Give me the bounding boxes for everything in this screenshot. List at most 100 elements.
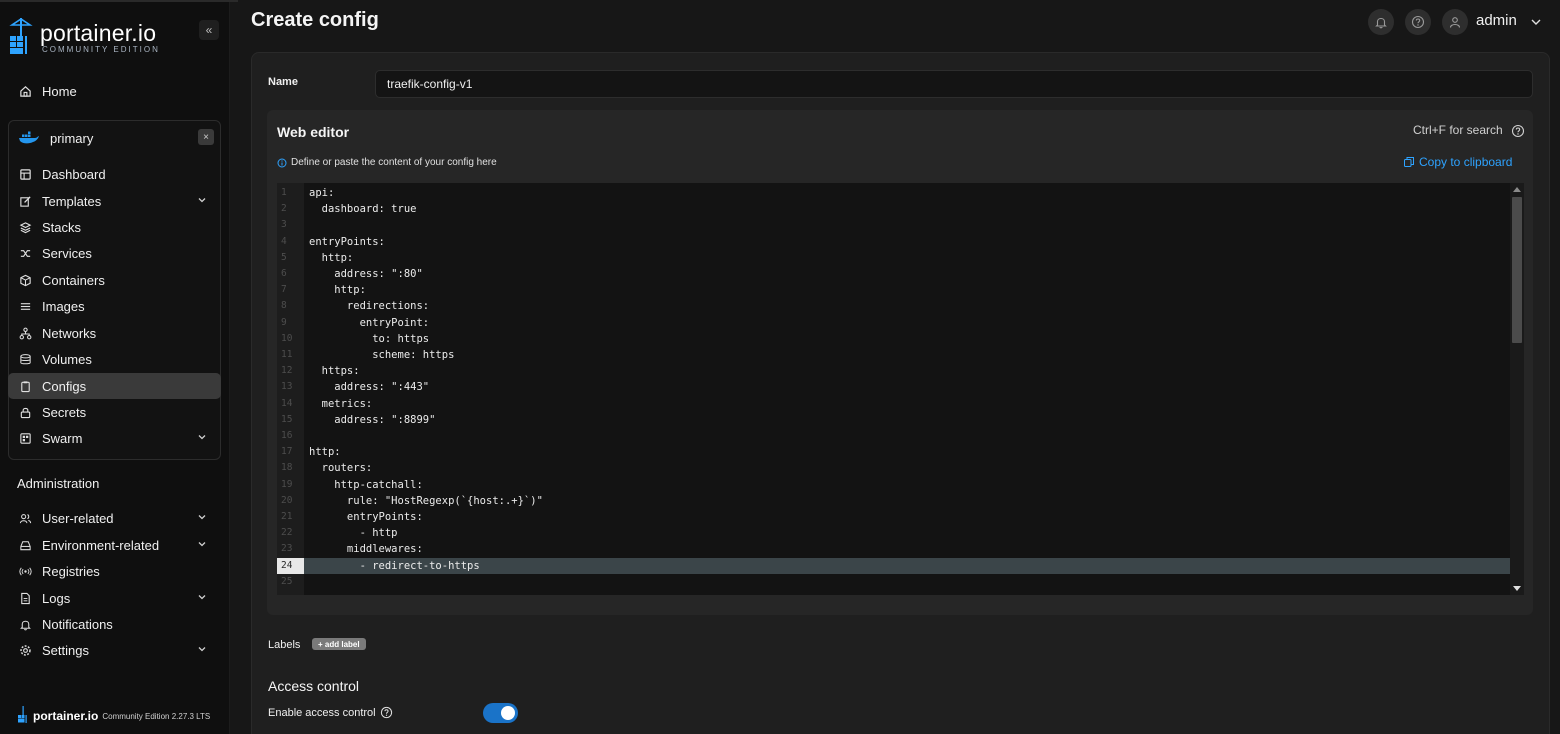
code-text: - redirect-to-https (309, 559, 480, 572)
scroll-down-arrow[interactable] (1513, 586, 1521, 591)
sidebar-item-environment-related[interactable]: Environment-related (8, 532, 221, 558)
scrollbar-thumb[interactable] (1512, 197, 1522, 343)
code-line[interactable]: 8 redirections: (277, 298, 1510, 314)
sidebar-item-networks[interactable]: Networks (8, 320, 221, 346)
editor-scrollbar[interactable] (1510, 183, 1524, 595)
chevron-down-icon (198, 647, 206, 652)
code-line[interactable]: 14 metrics: (277, 396, 1510, 412)
code-line[interactable]: 18 routers: (277, 460, 1510, 476)
code-line[interactable]: 13 address: ":443" (277, 379, 1510, 395)
code-line[interactable]: 16 (277, 428, 1510, 444)
docker-icon (19, 131, 39, 144)
code-text: middlewares: (309, 543, 423, 556)
sidebar-item-home[interactable]: Home (8, 78, 221, 104)
sidebar-item-services[interactable]: Services (8, 240, 221, 266)
code-line[interactable]: 2 dashboard: true (277, 201, 1510, 217)
code-editor[interactable]: 1 api: 2 dashboard: true 3 4 entryPoints: 5 ht… (277, 183, 1524, 595)
config-name-input[interactable] (375, 70, 1533, 98)
help-icon[interactable] (1511, 124, 1525, 138)
clipboard-icon (17, 378, 33, 394)
page-title: Create config (251, 9, 379, 31)
sidebar-item-templates[interactable]: Templates (8, 188, 221, 214)
line-number: 5 (281, 251, 287, 263)
sidebar-item-stacks[interactable]: Stacks (8, 214, 221, 240)
user-avatar[interactable] (1442, 9, 1468, 35)
notifications-button[interactable] (1368, 9, 1394, 35)
line-number: 3 (281, 219, 287, 231)
administration-heading: Administration (17, 476, 100, 491)
code-line[interactable]: 9 entryPoint: (277, 315, 1510, 331)
sidebar-item-notifications[interactable]: Notifications (8, 611, 221, 637)
sidebar-item-settings[interactable]: Settings (8, 637, 221, 663)
help-icon[interactable] (380, 706, 393, 719)
user-menu-name[interactable]: admin (1476, 12, 1517, 29)
code-line[interactable]: 24 - redirect-to-https (277, 557, 1510, 574)
code-line[interactable]: 10 to: https (277, 331, 1510, 347)
line-number: 2 (281, 203, 287, 215)
code-line[interactable]: 1 api: (277, 185, 1510, 201)
users-icon (17, 510, 33, 526)
brand-logo[interactable]: portainer.io COMMUNITY EDITION (8, 16, 160, 60)
web-editor-title: Web editor (277, 124, 350, 140)
sidebar-item-label: Home (42, 83, 77, 99)
radio-icon (17, 563, 33, 579)
code-line[interactable]: 21 entryPoints: (277, 509, 1510, 525)
chevron-down-icon[interactable] (1530, 17, 1542, 27)
collapse-sidebar-button[interactable]: « (199, 20, 219, 40)
code-line[interactable]: 25 (277, 574, 1510, 590)
code-line[interactable]: 19 http-catchall: (277, 477, 1510, 493)
user-icon (1449, 17, 1461, 28)
code-line[interactable]: 23 middlewares: (277, 541, 1510, 557)
chevron-down-icon (198, 595, 206, 600)
sidebar-item-label: Dashboard (42, 166, 106, 182)
sidebar-item-user-related[interactable]: User-related (8, 505, 221, 531)
footer-brand: portainer.io Community Edition 2.27.3 LT… (17, 706, 210, 726)
editor-hint-text: Define or paste the content of your conf… (291, 157, 497, 168)
code-line[interactable]: 4 entryPoints: (277, 234, 1510, 250)
chevron-down-icon (198, 435, 206, 440)
code-line[interactable]: 17 http: (277, 444, 1510, 460)
code-line[interactable]: 3 (277, 217, 1510, 233)
code-text: address: ":443" (309, 381, 430, 394)
code-text: routers: (309, 462, 373, 475)
line-number: 10 (281, 332, 293, 344)
code-line[interactable]: 15 address: ":8899" (277, 412, 1510, 428)
sidebar-item-registries[interactable]: Registries (8, 558, 221, 584)
code-line[interactable]: 7 http: (277, 282, 1510, 298)
add-label-button[interactable]: + add label (312, 638, 366, 650)
sidebar-item-label: Logs (42, 590, 71, 606)
sidebar-item-dashboard[interactable]: Dashboard (8, 161, 221, 187)
access-control-heading: Access control (268, 678, 360, 694)
copy-to-clipboard-button[interactable]: Copy to clipboard (1403, 155, 1512, 169)
scroll-up-arrow[interactable] (1513, 187, 1521, 192)
close-environment-button[interactable]: × (198, 129, 214, 145)
search-hint: Ctrl+F for search (1413, 123, 1503, 137)
layers-icon (17, 219, 33, 235)
code-text: http: (309, 446, 341, 459)
line-number: 13 (281, 381, 293, 393)
environment-header[interactable]: primary × (8, 125, 221, 151)
sidebar-item-volumes[interactable]: Volumes (8, 346, 221, 372)
code-line[interactable]: 11 scheme: https (277, 347, 1510, 363)
line-number: 21 (281, 511, 293, 522)
code-line[interactable]: 20 rule: "HostRegexp(`{host:.+}`)" (277, 493, 1510, 509)
sidebar-item-label: Environment-related (42, 537, 160, 553)
sidebar-item-containers[interactable]: Containers (8, 267, 221, 293)
drive-icon (17, 537, 33, 553)
code-line[interactable]: 6 address: ":80" (277, 266, 1510, 282)
brand-name: portainer.io (40, 20, 157, 46)
sidebar-item-configs[interactable]: Configs (8, 373, 221, 399)
code-line[interactable]: 22 - http (277, 525, 1510, 541)
sidebar-item-images[interactable]: Images (8, 293, 221, 319)
code-text: metrics: (309, 397, 373, 410)
sidebar-item-secrets[interactable]: Secrets (8, 399, 221, 425)
line-number: 7 (281, 284, 287, 296)
help-button[interactable] (1405, 9, 1431, 35)
sidebar-item-swarm[interactable]: Swarm (8, 425, 221, 451)
sidebar-item-logs[interactable]: Logs (8, 585, 221, 611)
line-number: 23 (281, 543, 293, 555)
code-line[interactable]: 12 https: (277, 363, 1510, 379)
swarm-icon (17, 430, 33, 446)
code-line[interactable]: 5 http: (277, 250, 1510, 266)
access-control-toggle[interactable] (483, 703, 518, 723)
